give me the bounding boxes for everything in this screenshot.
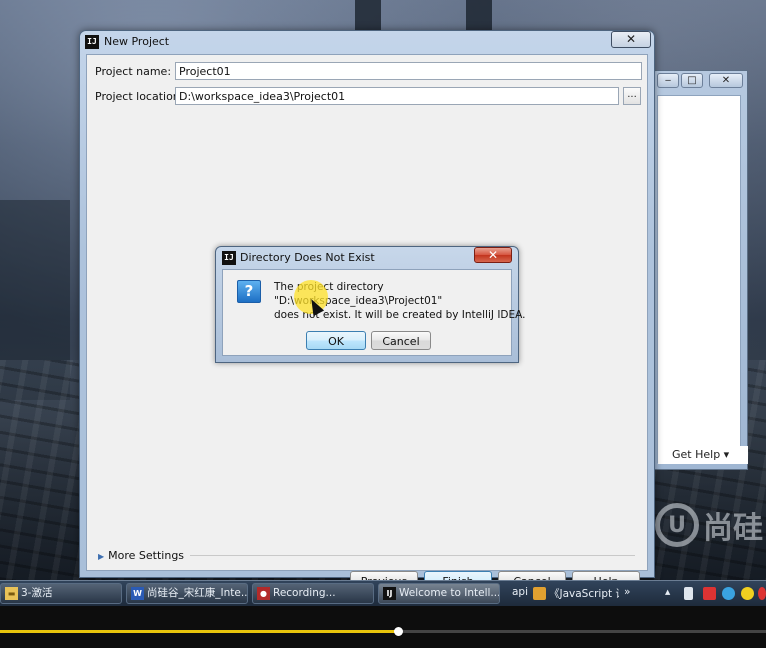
dialog-cancel-button[interactable]: Cancel bbox=[371, 331, 431, 350]
folder-icon: ▬ bbox=[5, 587, 18, 600]
speaker-icon[interactable] bbox=[684, 587, 693, 600]
taskbar-item-label: Recording... bbox=[273, 587, 336, 599]
stop-icon[interactable] bbox=[758, 587, 766, 600]
maximize-button[interactable]: □ bbox=[681, 73, 703, 88]
question-icon: ? bbox=[237, 280, 261, 303]
project-location-input[interactable] bbox=[175, 87, 619, 105]
intellij-icon: IJ bbox=[85, 35, 99, 49]
dialog-message-line: The project directory bbox=[274, 281, 384, 293]
project-location-label: Project location: bbox=[95, 90, 184, 103]
dialog-close-button[interactable]: ✕ bbox=[474, 247, 512, 263]
close-button[interactable]: ✕ bbox=[709, 73, 743, 88]
browse-button[interactable]: ... bbox=[623, 87, 641, 105]
intellij-icon: IJ bbox=[383, 587, 396, 600]
add-icon[interactable] bbox=[741, 587, 754, 600]
show-hidden-icons[interactable]: ▴ bbox=[665, 586, 670, 598]
dialog-content: ? The project directory "D:\workspace_id… bbox=[222, 269, 525, 356]
close-button[interactable]: ✕ bbox=[611, 31, 651, 48]
tray-chevron-icon[interactable]: » bbox=[624, 586, 630, 598]
taskbar: ▬ 3-激活 W 尚硅谷_宋红康_Inte... ● Recording... … bbox=[0, 580, 766, 607]
get-help-menu[interactable]: Get Help ▾ bbox=[658, 446, 748, 464]
divider bbox=[190, 555, 635, 556]
video-player-bar bbox=[0, 606, 766, 648]
background-welcome-window: ‒ □ ✕ bbox=[650, 70, 748, 470]
dialog-title: Directory Does Not Exist bbox=[240, 251, 375, 264]
more-settings-toggle[interactable]: ▶ More Settings bbox=[98, 549, 184, 562]
dialog-title-bar[interactable]: IJ Directory Does Not Exist ✕ bbox=[216, 247, 518, 269]
more-settings-label: More Settings bbox=[108, 549, 185, 562]
taskbar-item-label: 3-激活 bbox=[21, 587, 53, 599]
minimize-button[interactable]: ‒ bbox=[657, 73, 679, 88]
antivirus-icon[interactable] bbox=[703, 587, 716, 600]
browser-icon[interactable] bbox=[533, 587, 546, 600]
watermark-logo: U 尚硅 bbox=[655, 497, 766, 553]
taskbar-item-word[interactable]: W 尚硅谷_宋红康_Inte... bbox=[126, 583, 248, 604]
seek-progress bbox=[0, 630, 399, 633]
seek-track[interactable] bbox=[0, 627, 766, 636]
intellij-icon: IJ bbox=[222, 251, 236, 265]
word-icon: W bbox=[131, 587, 144, 600]
network-icon[interactable] bbox=[722, 587, 735, 600]
watermark-circle-icon: U bbox=[655, 503, 699, 547]
taskbar-item-intellij[interactable]: IJ Welcome to Intell... bbox=[378, 583, 500, 604]
ok-button[interactable]: OK bbox=[306, 331, 366, 350]
title-bar[interactable]: IJ New Project ✕ bbox=[80, 31, 654, 53]
taskbar-item-folder[interactable]: ▬ 3-激活 bbox=[0, 583, 122, 604]
expand-triangle-icon: ▶ bbox=[98, 552, 105, 561]
tray-api-label[interactable]: api bbox=[512, 586, 528, 598]
project-name-label: Project name: bbox=[95, 65, 172, 78]
directory-not-exist-dialog: IJ Directory Does Not Exist ✕ ? The proj… bbox=[215, 246, 525, 363]
taskbar-item-label: 尚硅谷_宋红康_Inte... bbox=[147, 587, 248, 599]
background-window-client bbox=[657, 95, 741, 463]
tray-browser-title[interactable]: 《JavaScript 讲 bbox=[549, 586, 619, 601]
record-icon: ● bbox=[257, 587, 270, 600]
taskbar-item-recording[interactable]: ● Recording... bbox=[252, 583, 374, 604]
window-title: New Project bbox=[104, 35, 170, 48]
project-name-input[interactable] bbox=[175, 62, 642, 80]
seek-handle[interactable] bbox=[394, 627, 404, 636]
watermark-text: 尚硅 bbox=[703, 511, 763, 546]
taskbar-item-label: Welcome to Intell... bbox=[399, 587, 500, 599]
